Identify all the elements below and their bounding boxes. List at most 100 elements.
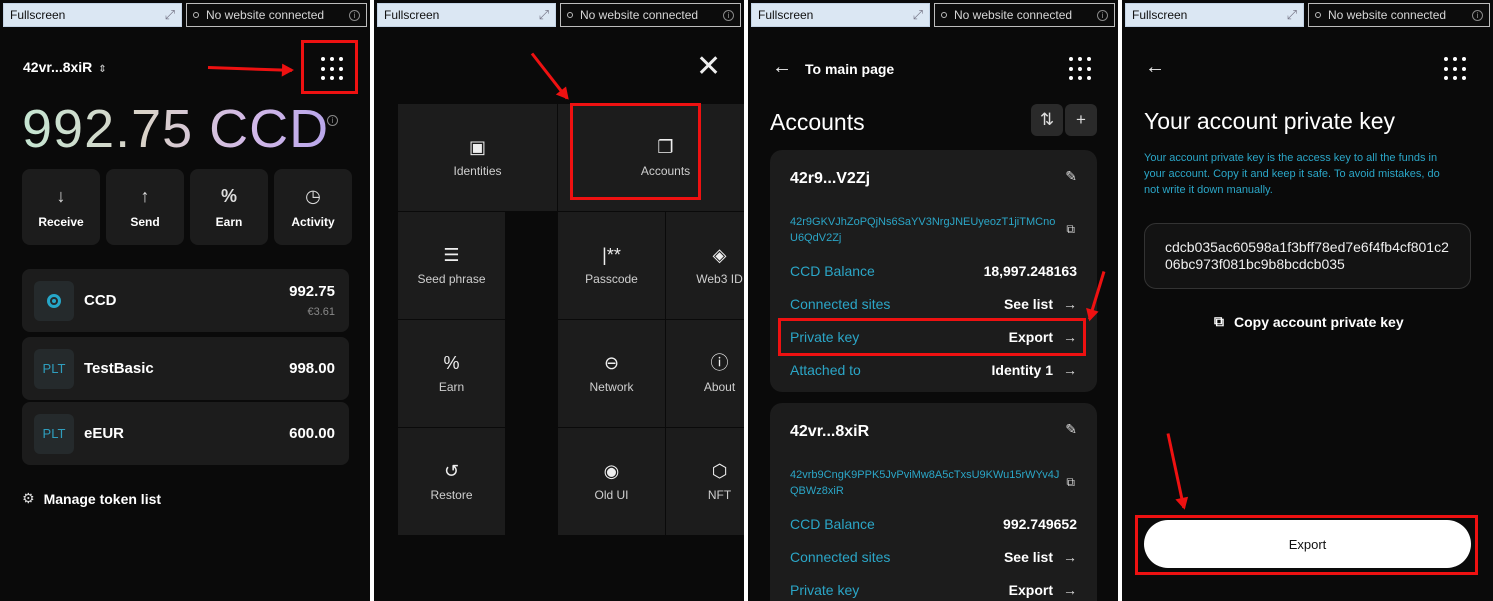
send-label: Send bbox=[130, 214, 160, 229]
info-icon[interactable]: i bbox=[1097, 9, 1108, 21]
row-label: Private key bbox=[790, 582, 860, 598]
close-icon[interactable]: ✕ bbox=[696, 52, 721, 82]
menu-item-network[interactable]: ⊖ Network bbox=[558, 320, 665, 427]
arrow-up-icon: ↑ bbox=[140, 185, 150, 206]
gear-icon: ⚙ bbox=[22, 490, 35, 506]
connection-status-label: No website connected bbox=[206, 8, 325, 22]
menu-item-label: Old UI bbox=[594, 487, 629, 502]
menu-item-label: Passcode bbox=[585, 271, 638, 286]
attached-to-row[interactable]: Attached to Identity 1 → bbox=[790, 360, 1077, 380]
token-fiat-value: €3.61 bbox=[307, 306, 335, 318]
see-list-link[interactable]: See list bbox=[1004, 296, 1053, 312]
fullscreen-label: Fullscreen bbox=[758, 8, 814, 22]
home-panel: Fullscreen ⤢ No website connected i 42vr… bbox=[0, 0, 370, 601]
account-address: 42r9GKVJhZoPQjNs6SaYV3NrgJNEUyeozT1jiTMC… bbox=[790, 216, 1056, 244]
identity-link[interactable]: Identity 1 bbox=[992, 362, 1053, 378]
connection-status[interactable]: No website connected i bbox=[934, 3, 1115, 27]
back-to-main-link[interactable]: To main page bbox=[805, 61, 894, 77]
menu-grid-icon[interactable] bbox=[1069, 57, 1093, 81]
token-amount: 998.00 bbox=[289, 360, 335, 377]
fullscreen-button[interactable]: Fullscreen ⤢ bbox=[751, 3, 930, 27]
menu-item-label: Web3 ID bbox=[696, 271, 743, 286]
expand-icon: ⤢ bbox=[1286, 7, 1297, 22]
copy-icon: ⧉ bbox=[1214, 313, 1224, 329]
copy-icon[interactable]: ⧉ bbox=[1066, 475, 1075, 490]
menu-item-label: NFT bbox=[707, 487, 732, 502]
fullscreen-button[interactable]: Fullscreen ⤢ bbox=[1125, 3, 1304, 27]
web3-id-icon: ◈ bbox=[712, 244, 727, 265]
menu-item-web3-id[interactable]: ◈ Web3 ID bbox=[666, 212, 744, 319]
connection-status[interactable]: No website connected i bbox=[186, 3, 367, 27]
status-dot-icon bbox=[193, 12, 199, 18]
account-card[interactable]: 42vr...8xiR ✎ 42vrb9CngK9PPK5JvPviMw8A5c… bbox=[770, 403, 1097, 601]
edit-icon[interactable]: ✎ bbox=[1065, 168, 1077, 185]
copy-icon[interactable]: ⧉ bbox=[1066, 222, 1075, 237]
annotation-arrow bbox=[1166, 433, 1186, 509]
accounts-panel: Fullscreen ⤢ No website connected i ← To… bbox=[748, 0, 1118, 601]
arrow-right-icon: → bbox=[1063, 549, 1077, 565]
ccd-balance-row: CCD Balance 18,997.248163 bbox=[790, 261, 1077, 281]
expand-icon: ⤢ bbox=[164, 7, 175, 22]
row-value: 18,997.248163 bbox=[983, 263, 1077, 279]
fullscreen-button[interactable]: Fullscreen ⤢ bbox=[377, 3, 556, 27]
token-amount: 600.00 bbox=[289, 425, 335, 442]
menu-item-restore[interactable]: ↺ Restore bbox=[398, 428, 505, 535]
info-icon[interactable]: i bbox=[349, 9, 360, 21]
connection-status[interactable]: No website connected i bbox=[1308, 3, 1490, 27]
private-key-row[interactable]: Private key Export → bbox=[790, 580, 1077, 600]
see-list-link[interactable]: See list bbox=[1004, 549, 1053, 565]
page-title: Your account private key bbox=[1144, 108, 1396, 134]
back-arrow-icon[interactable]: ← bbox=[1145, 56, 1165, 79]
sort-button[interactable]: ⇅ bbox=[1031, 104, 1063, 136]
receive-button[interactable]: ↓ Receive bbox=[22, 169, 100, 245]
fullscreen-label: Fullscreen bbox=[10, 8, 66, 22]
menu-item-seed-phrase[interactable]: ☰ Seed phrase bbox=[398, 212, 505, 319]
menu-item-old-ui[interactable]: ◉ Old UI bbox=[558, 428, 665, 535]
connected-sites-row[interactable]: Connected sites See list → bbox=[790, 547, 1077, 567]
account-name: 42vr...8xiR bbox=[23, 59, 93, 75]
account-card-name: 42r9...V2Zj bbox=[790, 170, 871, 187]
fullscreen-label: Fullscreen bbox=[384, 8, 440, 22]
connection-status-label: No website connected bbox=[954, 8, 1073, 22]
info-icon: ⓘ bbox=[710, 352, 729, 373]
menu-item-about[interactable]: ⓘ About bbox=[666, 320, 744, 427]
add-account-button[interactable]: + bbox=[1065, 104, 1097, 136]
token-row-ccd[interactable]: CCD 992.75 €3.61 bbox=[22, 269, 349, 332]
manage-token-list-link[interactable]: ⚙ Manage token list bbox=[22, 490, 161, 507]
expand-icon: ⤢ bbox=[912, 7, 923, 22]
menu-item-identities[interactable]: ▣ Identities bbox=[398, 104, 557, 211]
fullscreen-button[interactable]: Fullscreen ⤢ bbox=[3, 3, 182, 27]
menu-item-label: Identities bbox=[453, 163, 502, 178]
token-row-testbasic[interactable]: PLT TestBasic 998.00 bbox=[22, 337, 349, 400]
chevron-updown-icon: ⇕ bbox=[98, 64, 107, 75]
info-icon[interactable]: i bbox=[1472, 9, 1483, 21]
account-selector[interactable]: 42vr...8xiR ⇕ bbox=[23, 59, 107, 75]
copy-private-key-button[interactable]: ⧉ Copy account private key bbox=[1214, 313, 1404, 330]
token-row-eeur[interactable]: PLT eEUR 600.00 bbox=[22, 402, 349, 465]
extension-topbar: Fullscreen ⤢ No website connected i bbox=[377, 3, 741, 27]
edit-icon[interactable]: ✎ bbox=[1065, 421, 1077, 438]
balance-info-icon[interactable]: i bbox=[327, 115, 338, 126]
back-arrow-icon[interactable]: ← bbox=[772, 56, 792, 79]
expand-icon: ⤢ bbox=[538, 7, 549, 22]
annotation-highlight-box bbox=[301, 40, 358, 94]
menu-item-passcode[interactable]: |** Passcode bbox=[558, 212, 665, 319]
action-buttons: ↓ Receive ↑ Send % Earn ◷ Activity bbox=[22, 169, 352, 245]
send-button[interactable]: ↑ Send bbox=[106, 169, 184, 245]
menu-item-nft[interactable]: ⬡ NFT bbox=[666, 428, 744, 535]
copy-private-key-label: Copy account private key bbox=[1234, 313, 1404, 330]
menu-item-earn[interactable]: % Earn bbox=[398, 320, 505, 427]
menu-grid-icon[interactable] bbox=[1444, 57, 1468, 81]
annotation-highlight-box bbox=[570, 103, 701, 200]
connected-sites-row[interactable]: Connected sites See list → bbox=[790, 294, 1077, 314]
status-dot-icon bbox=[1315, 12, 1321, 18]
info-icon[interactable]: i bbox=[723, 9, 734, 21]
menu-item-label: Restore bbox=[430, 487, 473, 502]
token-name: TestBasic bbox=[84, 360, 154, 377]
earn-button[interactable]: % Earn bbox=[190, 169, 268, 245]
link-icon: ⊖ bbox=[603, 352, 620, 373]
activity-button[interactable]: ◷ Activity bbox=[274, 169, 352, 245]
extension-topbar: Fullscreen ⤢ No website connected i bbox=[3, 3, 367, 27]
connection-status[interactable]: No website connected i bbox=[560, 3, 741, 27]
export-link[interactable]: Export bbox=[1009, 582, 1053, 598]
